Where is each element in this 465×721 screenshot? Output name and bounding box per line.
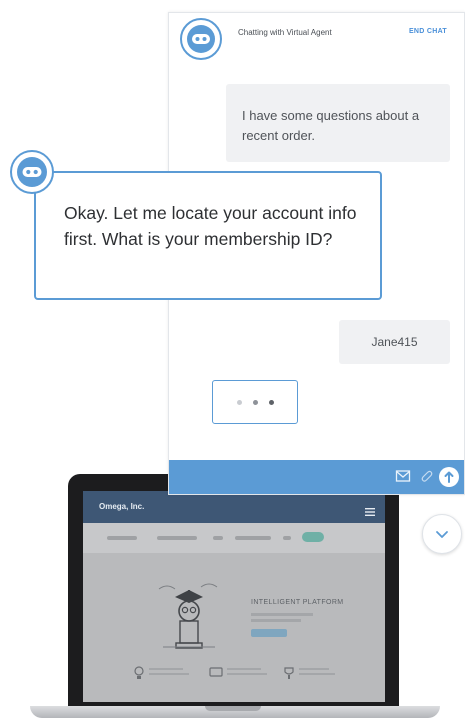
subnav-item — [213, 536, 223, 540]
chat-header-title: Chatting with Virtual Agent — [238, 28, 332, 37]
robot-icon — [17, 157, 47, 187]
laptop-screen: Omega, Inc. INTELLIGENT PLATFORM — [83, 491, 385, 702]
site-navbar: Omega, Inc. — [83, 491, 385, 523]
user-message-bubble: Jane415 — [339, 320, 450, 364]
hero-text-line — [251, 613, 313, 616]
bulb-icon — [134, 666, 144, 679]
agent-avatar — [180, 18, 222, 60]
site-logo: Omega, Inc. — [99, 502, 145, 511]
feature-text-line — [299, 673, 335, 675]
robot-icon — [187, 25, 215, 53]
trophy-icon — [284, 667, 294, 679]
subnav-item — [283, 536, 291, 540]
subnav-item — [107, 536, 137, 540]
laptop-notch — [205, 706, 261, 711]
send-arrow-icon — [444, 471, 454, 483]
paperclip-icon[interactable] — [419, 469, 433, 488]
feature-text-line — [227, 673, 267, 675]
feature-text-line — [227, 668, 261, 670]
graduate-illustration — [158, 583, 218, 649]
user-message-bubble: I have some questions about a recent ord… — [226, 84, 450, 162]
typing-indicator — [212, 380, 298, 424]
hero-text-line — [251, 619, 301, 622]
subnav-accent-pill — [302, 532, 324, 542]
subnav-item — [235, 536, 271, 540]
scroll-down-button[interactable] — [422, 514, 462, 554]
end-chat-button[interactable]: END CHAT — [409, 28, 447, 35]
chat-input-bar — [169, 460, 464, 494]
agent-avatar — [10, 150, 54, 194]
typing-dot — [236, 399, 242, 405]
agent-message-bubble: Okay. Let me locate your account info fi… — [34, 171, 382, 300]
hero-title: INTELLIGENT PLATFORM — [251, 599, 344, 606]
feature-text-line — [149, 673, 189, 675]
hero-cta-button — [251, 629, 287, 637]
site-subnav — [83, 523, 385, 553]
send-button[interactable] — [439, 467, 459, 487]
typing-dot — [252, 399, 258, 405]
hamburger-menu-icon — [365, 503, 375, 521]
feature-text-line — [149, 668, 183, 670]
chat-feature-icon — [209, 667, 223, 677]
mail-icon[interactable] — [395, 469, 411, 488]
feature-text-line — [299, 668, 329, 670]
subnav-item — [157, 536, 197, 540]
typing-dot — [268, 399, 274, 405]
chevron-down-icon — [436, 531, 448, 538]
